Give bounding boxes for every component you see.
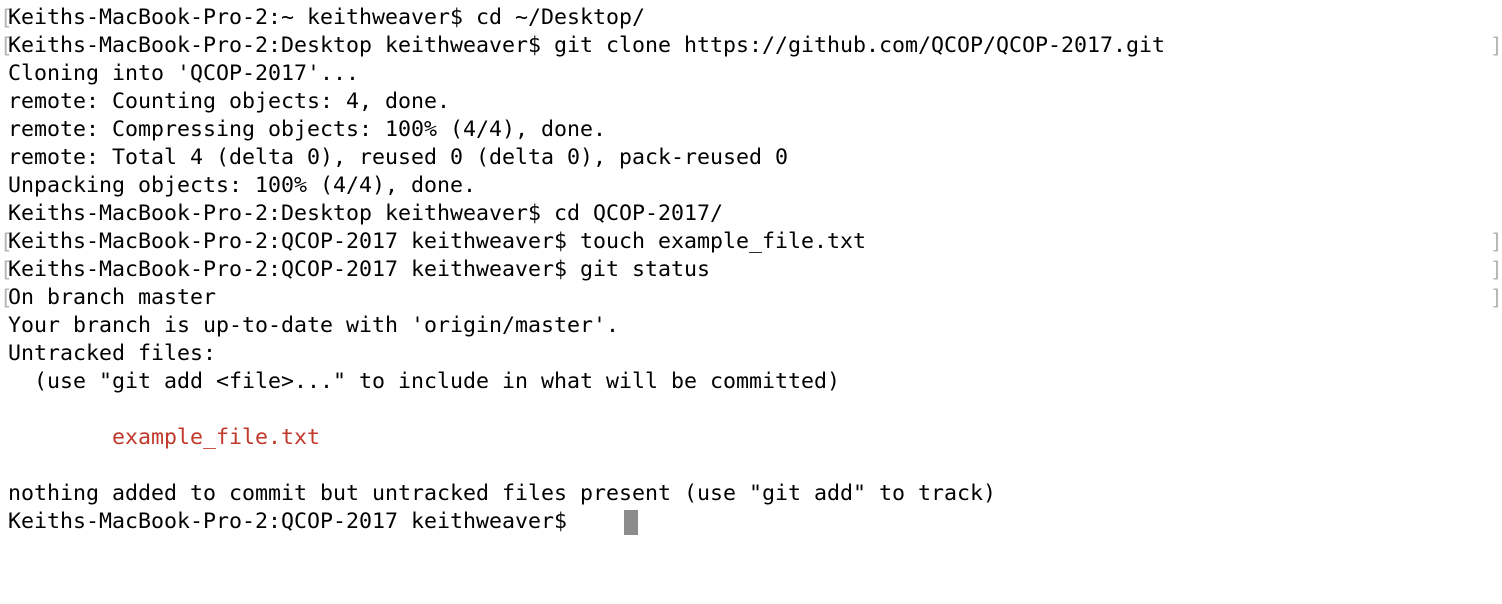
terminal-window[interactable]: [ [ [ [ [ ] ] ] ] Keiths-MacBook-Pro-2:~… <box>0 0 1502 604</box>
terminal-output-line: nothing added to commit but untracked fi… <box>8 481 997 506</box>
terminal-output-line: On branch master <box>8 285 217 310</box>
mark-bracket-right: ] <box>1490 34 1502 58</box>
terminal-prompt-line: Keiths-MacBook-Pro-2:~ keithweaver$ cd ~… <box>8 5 646 30</box>
terminal-output-line: Your branch is up-to-date with 'origin/m… <box>8 313 620 338</box>
mark-bracket-right: ] <box>1490 230 1502 254</box>
mark-bracket-right: ] <box>1490 286 1502 310</box>
terminal-prompt-line: Keiths-MacBook-Pro-2:QCOP-2017 keithweav… <box>8 257 711 282</box>
untracked-file-line: example_file.txt <box>8 425 321 450</box>
terminal-prompt-line: Keiths-MacBook-Pro-2:QCOP-2017 keithweav… <box>8 229 867 254</box>
terminal-prompt-line: Keiths-MacBook-Pro-2:Desktop keithweaver… <box>8 201 724 226</box>
terminal-cursor <box>624 510 638 535</box>
terminal-current-prompt[interactable]: Keiths-MacBook-Pro-2:QCOP-2017 keithweav… <box>8 508 580 536</box>
terminal-output-line: (use "git add <file>..." to include in w… <box>8 369 841 394</box>
terminal-output-line: Cloning into 'QCOP-2017'... <box>8 61 360 86</box>
terminal-output-line: remote: Counting objects: 4, done. <box>8 89 451 114</box>
terminal-output-line: remote: Total 4 (delta 0), reused 0 (del… <box>8 145 789 170</box>
terminal-prompt-line: Keiths-MacBook-Pro-2:Desktop keithweaver… <box>8 33 1166 58</box>
terminal-output-line: Unpacking objects: 100% (4/4), done. <box>8 173 477 198</box>
terminal-output-line: remote: Compressing objects: 100% (4/4),… <box>8 117 607 142</box>
mark-bracket-right: ] <box>1490 258 1502 282</box>
terminal-output-line: Untracked files: <box>8 341 217 366</box>
